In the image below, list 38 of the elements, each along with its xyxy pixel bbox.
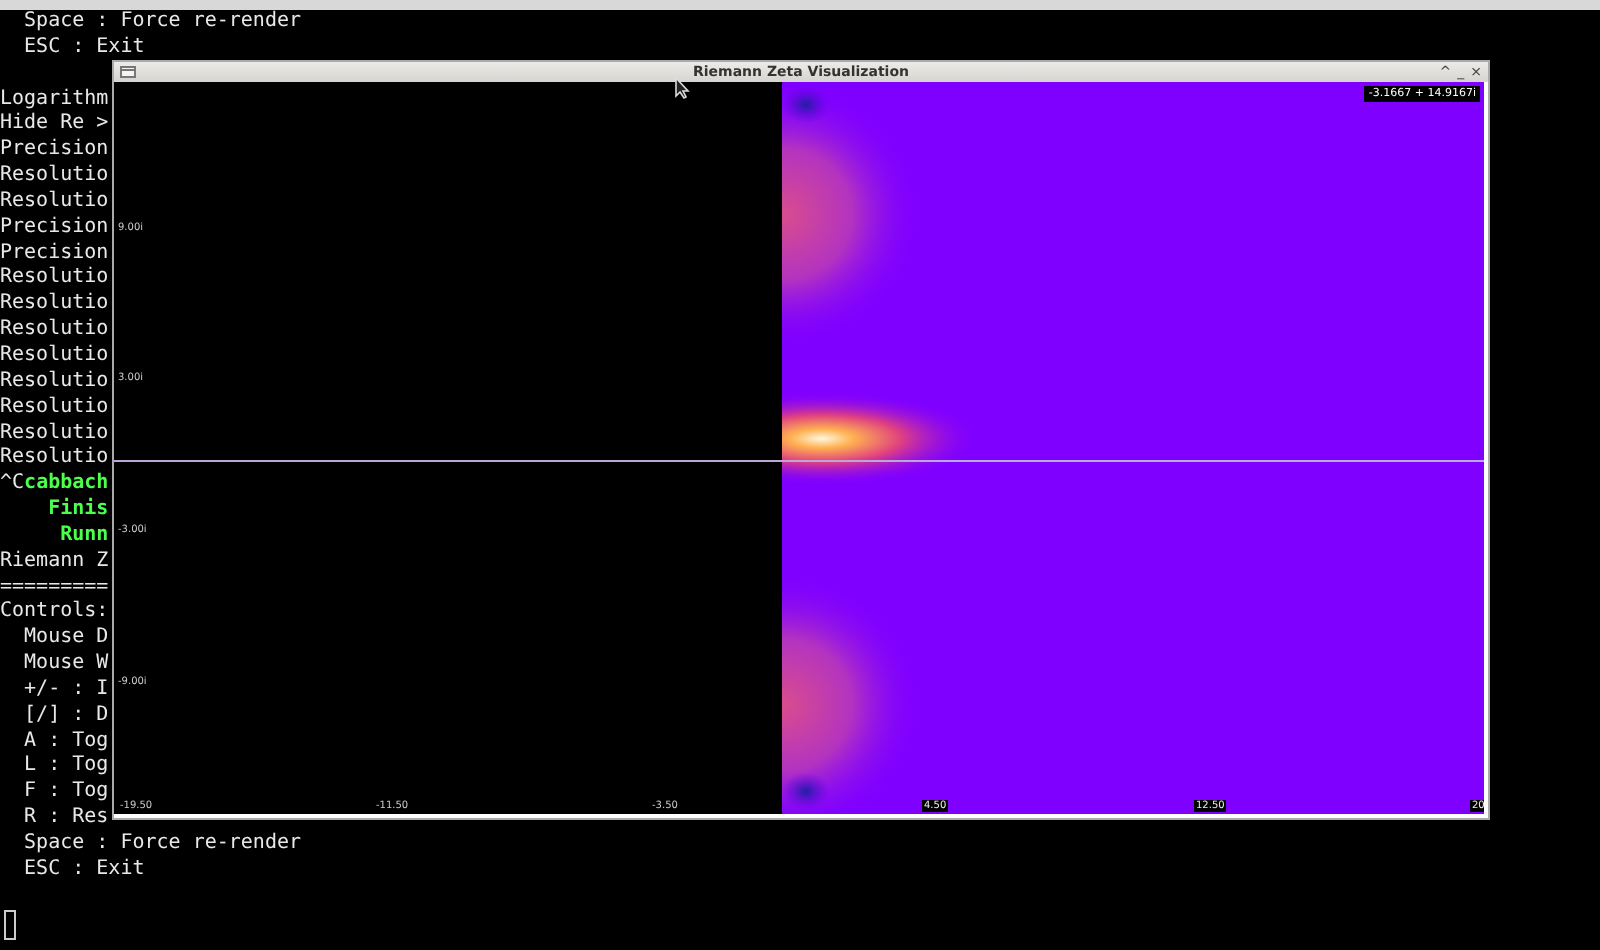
terminal-line: Space : Force re-render [22, 10, 302, 36]
text-cursor [4, 910, 16, 940]
terminal-line: +/- : I [22, 677, 109, 704]
terminal-line: Mouse D [22, 626, 109, 653]
terminal-line: ESC : Exit [22, 857, 145, 884]
terminal-line: Resolutio [0, 164, 109, 190]
mouse-pointer-icon [674, 76, 690, 100]
terminal-line: ^Ccabbach [0, 472, 109, 497]
terminal-line: Mouse W [22, 652, 109, 678]
window-menu-icon[interactable] [120, 66, 136, 78]
terminal-line: R : Res [22, 806, 109, 832]
terminal-line: Logarithm [0, 87, 109, 112]
terminal-line: L : Tog [22, 754, 109, 781]
terminal-line: Hide Re > [0, 112, 109, 138]
terminal-line: A : Tog [22, 729, 109, 755]
terminal-line: Resolutio [0, 292, 109, 318]
terminal-line: ESC : Exit [22, 35, 145, 62]
dark-spot [782, 85, 830, 124]
terminal-line: Resolutio [0, 266, 109, 292]
terminal-line: ========= [0, 575, 109, 600]
terminal-line: Precision [0, 138, 109, 164]
dark-spot [782, 772, 830, 811]
terminal-line: Resolutio [0, 421, 109, 446]
terminal-line: Precision [0, 215, 109, 242]
terminal-line: Resolutio [0, 369, 109, 396]
terminal-line: Resolutio [0, 318, 109, 344]
terminal-line: Space : Force re-render [22, 832, 302, 858]
terminal-line: Resolutio [0, 395, 109, 421]
terminal-line: [/] : D [22, 703, 109, 730]
terminal-line: Finis [46, 498, 109, 524]
terminal-line: Runn [58, 523, 109, 550]
terminal-line: Resolutio [0, 343, 109, 370]
terminal-line: Controls: [0, 600, 109, 627]
terminal-line: Resolutio [0, 446, 109, 472]
terminal-line: Resolutio [0, 189, 109, 216]
terminal-line: Riemann Z [0, 549, 109, 576]
terminal-line: F : Tog [22, 780, 109, 807]
terminal-line: Precision [0, 241, 109, 266]
